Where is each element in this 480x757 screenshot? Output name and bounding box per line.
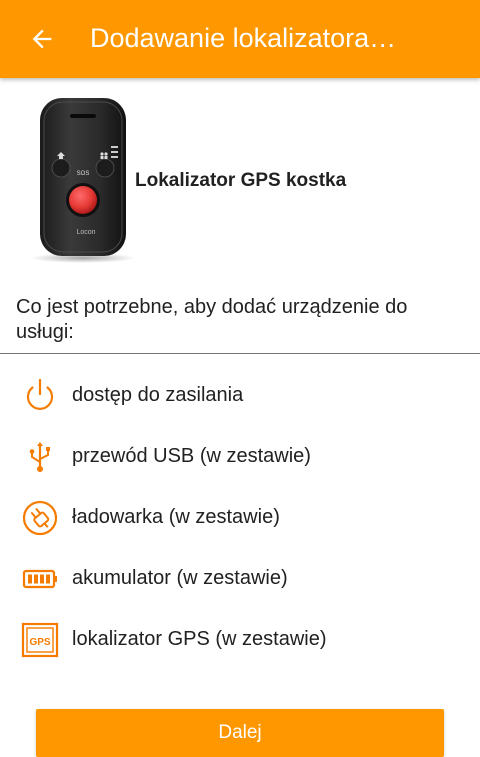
requirement-label: akumulator (w zestawie) <box>72 567 288 589</box>
svg-text:SOS: SOS <box>77 171 90 177</box>
gps-tracker-image: SOS Locon <box>31 98 135 263</box>
app-bar: Dodawanie lokalizatora… <box>0 0 480 78</box>
usb-icon <box>29 442 50 472</box>
battery-icon <box>22 569 57 589</box>
list-item: dostęp do zasilania <box>0 366 480 427</box>
divider <box>0 353 480 354</box>
svg-text:Locon: Locon <box>76 229 95 236</box>
charger-plug-icon <box>22 500 58 536</box>
requirement-label: lokalizator GPS (w zestawie) <box>72 628 327 650</box>
device-summary: SOS Locon Lokalizator GPS kostka <box>0 90 480 270</box>
page-title: Dodawanie lokalizatora… <box>90 23 397 53</box>
back-button[interactable] <box>18 15 66 63</box>
device-name: Lokalizator GPS kostka <box>135 170 347 191</box>
list-item: ładowarka (w zestawie) <box>0 488 480 549</box>
arrow-left-icon <box>32 29 52 49</box>
list-item: akumulator (w zestawie) <box>0 549 480 610</box>
next-button[interactable]: Dalej <box>36 709 444 757</box>
list-item: GPS lokalizator GPS (w zestawie) <box>0 610 480 671</box>
gps-device-icon: GPS <box>21 622 59 658</box>
list-item: przewód USB (w zestawie) <box>0 427 480 488</box>
requirements-heading: Co jest potrzebne, aby dodać urządzenie … <box>16 296 408 343</box>
requirement-label: przewód USB (w zestawie) <box>72 445 311 467</box>
power-icon <box>26 378 54 410</box>
requirements-list: dostęp do zasilania przewód USB (w zesta… <box>0 366 480 671</box>
requirement-label: dostęp do zasilania <box>72 384 244 406</box>
requirement-label: ładowarka (w zestawie) <box>72 506 280 528</box>
svg-text:GPS: GPS <box>29 637 50 648</box>
